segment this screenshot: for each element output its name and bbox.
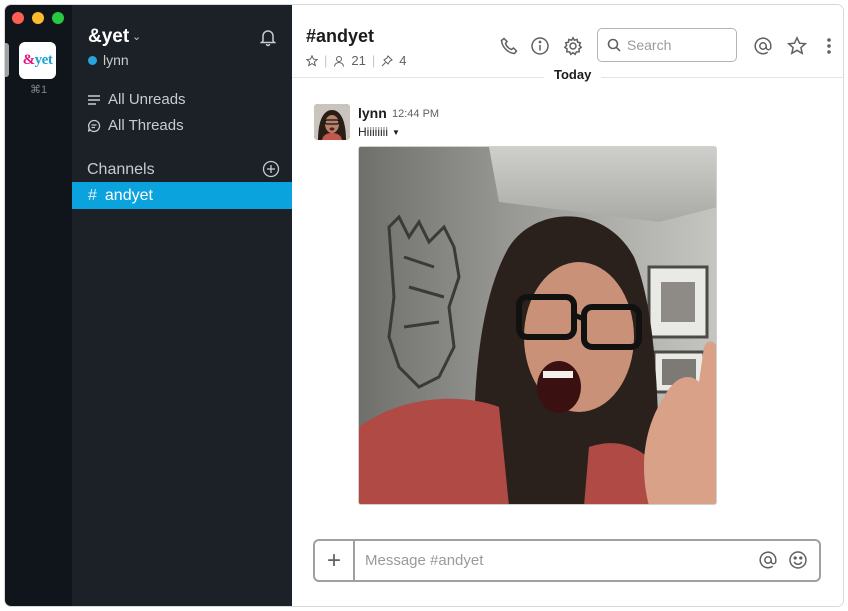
zoom-window-button[interactable] bbox=[52, 12, 64, 24]
gear-icon[interactable] bbox=[563, 36, 583, 56]
day-divider: Today bbox=[544, 67, 602, 82]
main-pane: #andyet | 21 | 4 Search Today lynn 12:44… bbox=[292, 5, 843, 606]
info-icon[interactable] bbox=[530, 36, 550, 56]
avatar[interactable] bbox=[314, 104, 350, 140]
message-input[interactable]: Message #andyet bbox=[365, 552, 483, 569]
channel-sidebar: &yet ⌄ lynn All Unreads All Threads Chan… bbox=[72, 5, 292, 606]
attachment-photo bbox=[359, 147, 716, 504]
bell-icon[interactable] bbox=[258, 27, 278, 47]
current-user[interactable]: lynn bbox=[88, 52, 129, 68]
sidebar-item-all-unreads[interactable]: All Unreads bbox=[87, 91, 186, 108]
sidebar-item-all-threads[interactable]: All Threads bbox=[87, 117, 184, 134]
more-vertical-icon[interactable] bbox=[819, 36, 839, 56]
emoji-icon[interactable] bbox=[788, 550, 808, 570]
message-timestamp[interactable]: 12:44 PM bbox=[392, 108, 439, 120]
members-count[interactable]: 21 bbox=[351, 53, 365, 68]
sidebar-item-channel-andyet[interactable]: # andyet bbox=[72, 182, 292, 209]
avatar-image bbox=[314, 104, 350, 140]
message-composer: + Message #andyet bbox=[313, 539, 821, 582]
mentions-icon[interactable] bbox=[753, 36, 773, 56]
sidebar-item-label: All Unreads bbox=[108, 91, 186, 108]
pin-icon bbox=[381, 54, 394, 66]
search-placeholder: Search bbox=[627, 37, 672, 53]
channel-meta: | 21 | 4 bbox=[306, 53, 406, 68]
caret-down-icon[interactable]: ▼ bbox=[392, 128, 400, 137]
message-author[interactable]: lynn bbox=[358, 105, 387, 121]
hash-icon: # bbox=[88, 186, 97, 204]
app-window: &yet ⌘1 &yet ⌄ lynn All Unreads All Thre… bbox=[5, 5, 843, 606]
workspace-tile-andyet[interactable]: &yet bbox=[19, 42, 56, 79]
workspace-logo: &yet bbox=[22, 52, 53, 68]
close-window-button[interactable] bbox=[12, 12, 24, 24]
workspace-switcher: &yet ⌘1 bbox=[5, 5, 72, 606]
all-unreads-icon bbox=[88, 94, 100, 105]
channel-title[interactable]: #andyet bbox=[306, 26, 374, 47]
channels-header[interactable]: Channels bbox=[87, 161, 155, 179]
workspace-shortcut: ⌘1 bbox=[29, 84, 48, 96]
sidebar-item-label: All Threads bbox=[108, 117, 184, 134]
add-channel-icon[interactable] bbox=[262, 160, 280, 178]
search-input[interactable]: Search bbox=[597, 28, 737, 62]
pinned-count[interactable]: 4 bbox=[399, 53, 406, 68]
meta-separator: | bbox=[371, 53, 376, 68]
team-name[interactable]: &yet bbox=[88, 26, 129, 48]
window-controls bbox=[12, 12, 64, 24]
star-outline-icon[interactable] bbox=[306, 54, 318, 67]
threads-icon bbox=[87, 119, 101, 132]
phone-icon[interactable] bbox=[499, 36, 519, 56]
message-body: Hiiiiiiii bbox=[358, 125, 388, 139]
presence-indicator bbox=[88, 55, 97, 65]
mention-icon[interactable] bbox=[758, 550, 778, 570]
chevron-down-icon[interactable]: ⌄ bbox=[132, 30, 141, 43]
channel-label: andyet bbox=[104, 186, 153, 204]
star-icon[interactable] bbox=[787, 36, 807, 56]
minimize-window-button[interactable] bbox=[32, 12, 44, 24]
search-icon bbox=[607, 38, 621, 52]
message-text: Hiiiiiiii ▼ bbox=[358, 125, 400, 139]
user-name: lynn bbox=[103, 52, 129, 68]
message-attachment-image[interactable] bbox=[358, 146, 717, 505]
meta-separator: | bbox=[324, 53, 328, 68]
members-icon bbox=[334, 55, 345, 67]
active-workspace-indicator bbox=[5, 43, 9, 77]
attach-button[interactable]: + bbox=[315, 541, 355, 580]
